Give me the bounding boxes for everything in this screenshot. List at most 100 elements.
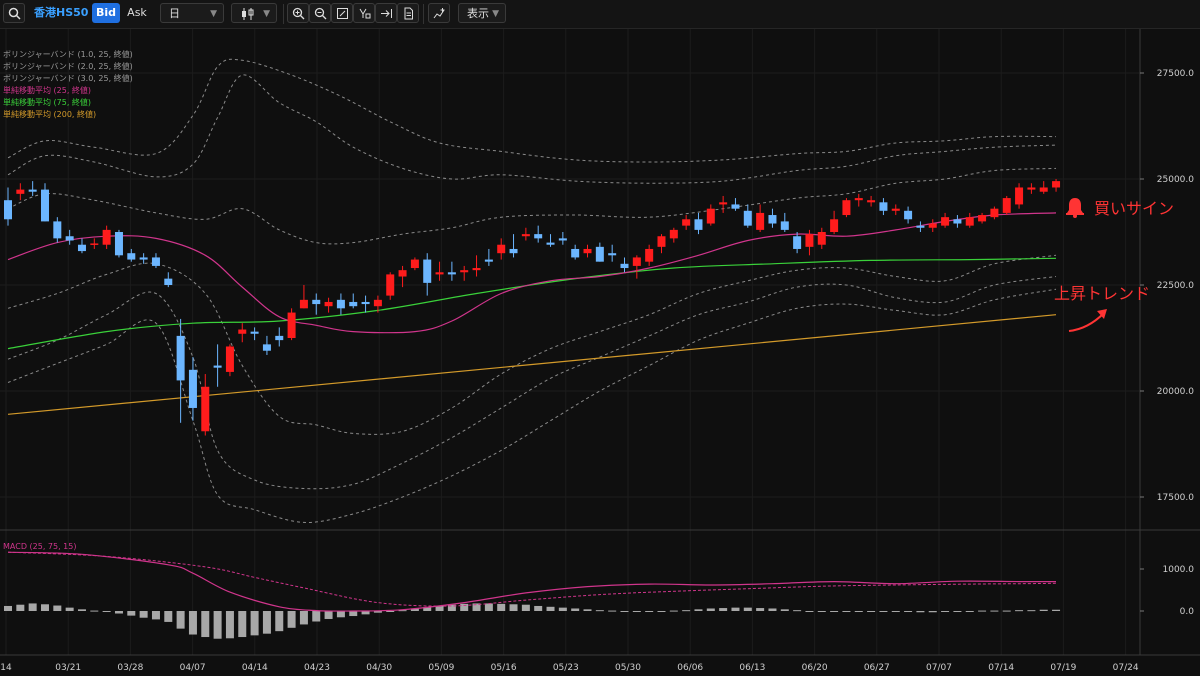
candle-body — [694, 219, 703, 230]
candle-body — [509, 248, 518, 254]
ask-button[interactable]: Ask — [123, 3, 151, 23]
candle-body — [756, 212, 765, 230]
macd-histogram-bar — [830, 611, 839, 612]
macd-histogram-bar — [77, 609, 86, 611]
candle-body — [546, 242, 555, 245]
fit-icon[interactable] — [331, 3, 353, 23]
timeframe-dropdown[interactable]: 日 ▼ — [160, 3, 224, 23]
macd-histogram-bar — [608, 610, 617, 612]
candle-body — [336, 299, 345, 309]
candle-body — [4, 200, 12, 220]
x-tick-label: 14 — [0, 663, 12, 673]
bell-icon — [1066, 198, 1084, 218]
bid-button[interactable]: Bid — [92, 3, 120, 23]
candle-body — [645, 248, 654, 262]
macd-histogram-bar — [817, 611, 826, 612]
candle-body — [299, 299, 308, 309]
candle-body — [275, 335, 284, 341]
price-chart[interactable]: MACD (25, 75, 15) 14 03/21 03/28 04/07 04/14… — [0, 29, 1200, 676]
macd-histogram-bar — [768, 608, 777, 611]
candle-body — [361, 301, 370, 305]
candle-body — [435, 272, 444, 275]
macd-histogram-bar — [842, 611, 851, 612]
candle-body — [1039, 187, 1048, 192]
macd-histogram-bar — [978, 610, 987, 612]
candle-body — [127, 253, 136, 260]
x-tick-label: 05/09 — [428, 663, 454, 673]
zoom-out-icon[interactable] — [309, 3, 331, 23]
macd-histogram-bar — [90, 610, 99, 612]
y-tick-label: 17500.0 — [1157, 493, 1194, 503]
candle-body — [768, 215, 777, 224]
chevron-down-icon: ▼ — [263, 9, 270, 19]
draw-tool-icon[interactable] — [353, 3, 375, 23]
search-icon[interactable] — [3, 3, 25, 23]
symbol-label[interactable]: 香港HS50 — [34, 3, 88, 23]
add-indicator-icon[interactable] — [428, 3, 450, 23]
candle-body — [854, 198, 863, 201]
candle-body — [114, 232, 123, 256]
macd-histogram-bar — [299, 611, 308, 625]
macd-histogram-bar — [28, 603, 37, 611]
macd-histogram-bar — [805, 611, 814, 612]
candle-body — [978, 215, 987, 222]
view-dropdown[interactable]: 表示 ▼ — [458, 3, 506, 23]
macd-histogram-bar — [176, 611, 185, 629]
candle-body — [225, 346, 234, 372]
macd-histogram-bar — [484, 603, 493, 611]
candle-body — [1002, 198, 1011, 213]
chevron-down-icon: ▼ — [210, 9, 217, 19]
macd-histogram-bar — [287, 611, 296, 628]
macd-histogram-bar — [669, 610, 678, 612]
candle-body — [928, 223, 937, 228]
candle-body — [706, 208, 715, 224]
macd-histogram-bar — [682, 610, 691, 612]
x-tick-label: 06/13 — [739, 663, 765, 673]
macd-histogram-bar — [225, 611, 234, 639]
document-icon[interactable] — [397, 3, 419, 23]
macd-histogram-bar — [941, 611, 950, 612]
x-tick-label: 05/30 — [615, 663, 641, 673]
x-tick-label: 07/24 — [1113, 663, 1139, 673]
macd-histogram-bar — [558, 607, 567, 611]
candle-body — [497, 244, 506, 254]
macd-histogram-bar — [114, 611, 123, 614]
uptrend-annotation: 上昇トレンド — [1054, 280, 1150, 304]
candle-body — [620, 263, 629, 269]
jump-latest-icon[interactable] — [375, 3, 397, 23]
macd-histogram-bar — [1002, 610, 1011, 612]
toolbar: 香港HS50 Bid Ask 日 ▼ ▼ 表示 ▼ — [0, 0, 1200, 29]
macd-histogram-bar — [509, 604, 518, 611]
candle-body — [731, 204, 740, 209]
macd-histogram-bar — [719, 608, 728, 611]
zoom-in-icon[interactable] — [287, 3, 309, 23]
x-tick-label: 05/23 — [553, 663, 579, 673]
candle-body — [447, 272, 456, 275]
x-tick-label: 07/19 — [1050, 663, 1076, 673]
macd-y-tick-label: 0.0 — [1180, 607, 1195, 617]
view-label: 表示 — [467, 7, 489, 20]
toolbar-divider — [423, 4, 424, 24]
macd-histogram-bar — [916, 611, 925, 613]
candle-body — [90, 243, 99, 245]
candle-body — [657, 236, 666, 247]
macd-histogram-bar — [694, 609, 703, 611]
candle-body — [164, 278, 173, 285]
candle-body — [262, 344, 271, 351]
candle-body — [990, 208, 999, 218]
x-tick-label: 04/07 — [180, 663, 206, 673]
chart-type-dropdown[interactable]: ▼ — [231, 3, 277, 23]
candle-body — [460, 270, 469, 273]
macd-histogram-bar — [312, 611, 321, 622]
candle-body — [201, 386, 210, 432]
candle-body — [1027, 187, 1036, 190]
macd-histogram-bar — [65, 607, 74, 611]
candle-body — [484, 259, 493, 262]
toolbar-divider — [283, 4, 284, 24]
candlestick-icon — [242, 8, 254, 20]
x-tick-label: 06/27 — [864, 663, 890, 673]
macd-histogram-bar — [595, 610, 604, 612]
macd-title: MACD (25, 75, 15) — [3, 542, 76, 551]
y-tick-label: 20000.0 — [1157, 387, 1194, 397]
candle-body — [534, 234, 543, 239]
